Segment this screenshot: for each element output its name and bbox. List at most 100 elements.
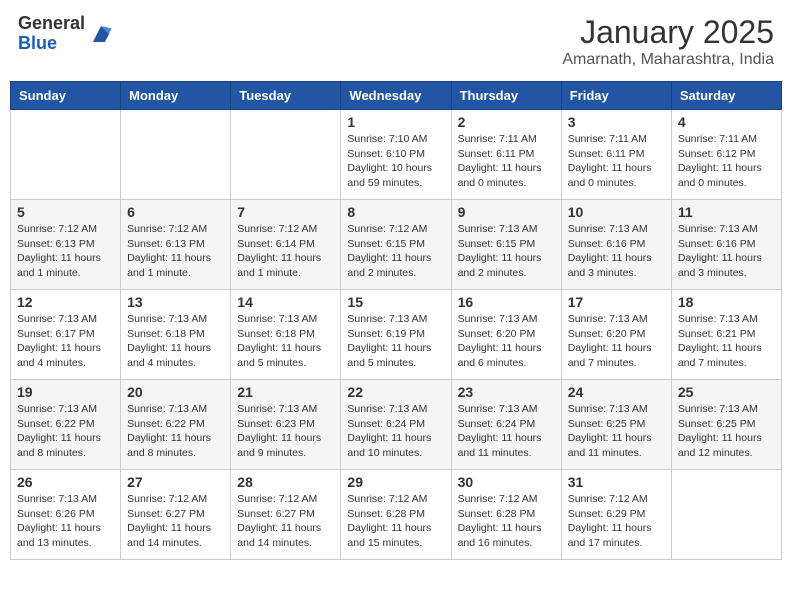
day-header-monday: Monday — [121, 82, 231, 110]
calendar-cell — [231, 110, 341, 200]
day-number: 10 — [568, 204, 665, 220]
day-number: 8 — [347, 204, 444, 220]
day-number: 20 — [127, 384, 224, 400]
day-number: 9 — [458, 204, 555, 220]
day-number: 26 — [17, 474, 114, 490]
day-number: 18 — [678, 294, 775, 310]
calendar-cell: 12Sunrise: 7:13 AMSunset: 6:17 PMDayligh… — [11, 290, 121, 380]
day-info: Sunrise: 7:11 AMSunset: 6:11 PMDaylight:… — [458, 132, 555, 191]
calendar-cell: 5Sunrise: 7:12 AMSunset: 6:13 PMDaylight… — [11, 200, 121, 290]
day-info: Sunrise: 7:13 AMSunset: 6:16 PMDaylight:… — [568, 222, 665, 281]
calendar-cell: 17 Sunrise: 7:13 AMSunset: 6:20 PMDayligh… — [561, 290, 671, 380]
logo-blue: Blue — [18, 34, 85, 54]
day-info: Sunrise: 7:12 AMSunset: 6:28 PMDaylight:… — [458, 492, 555, 551]
calendar-cell — [11, 110, 121, 200]
day-info: Sunrise: 7:12 AMSunset: 6:13 PMDaylight:… — [127, 222, 224, 281]
calendar-table: SundayMondayTuesdayWednesdayThursdayFrid… — [10, 81, 782, 560]
day-header-friday: Friday — [561, 82, 671, 110]
calendar-cell — [121, 110, 231, 200]
calendar-week-4: 19 Sunrise: 7:13 AMSunset: 6:22 PMDayligh… — [11, 380, 782, 470]
calendar-cell: 26 Sunrise: 7:13 AMSunset: 6:26 PMDayligh… — [11, 470, 121, 560]
day-info: Sunrise: 7:11 AMSunset: 6:12 PMDaylight:… — [678, 132, 775, 191]
day-number: 15 — [347, 294, 444, 310]
day-info: Sunrise: 7:13 AMSunset: 6:18 PMDaylight:… — [127, 312, 224, 371]
day-info: Sunrise: 7:12 AMSunset: 6:27 PMDaylight:… — [127, 492, 224, 551]
day-number: 7 — [237, 204, 334, 220]
day-number: 24 — [568, 384, 665, 400]
calendar-week-5: 26 Sunrise: 7:13 AMSunset: 6:26 PMDayligh… — [11, 470, 782, 560]
day-number: 2 — [458, 114, 555, 130]
day-info: Sunrise: 7:13 AMSunset: 6:16 PMDaylight:… — [678, 222, 775, 281]
calendar-header-row: SundayMondayTuesdayWednesdayThursdayFrid… — [11, 82, 782, 110]
calendar-cell: 6 Sunrise: 7:12 AMSunset: 6:13 PMDaylight… — [121, 200, 231, 290]
day-header-tuesday: Tuesday — [231, 82, 341, 110]
calendar-cell: 11 Sunrise: 7:13 AMSunset: 6:16 PMDayligh… — [671, 200, 781, 290]
day-number: 27 — [127, 474, 224, 490]
day-number: 17 — [568, 294, 665, 310]
day-info: Sunrise: 7:13 AMSunset: 6:17 PMDaylight:… — [17, 312, 114, 371]
calendar-cell: 27 Sunrise: 7:12 AMSunset: 6:27 PMDayligh… — [121, 470, 231, 560]
day-number: 30 — [458, 474, 555, 490]
calendar-cell: 25Sunrise: 7:13 AMSunset: 6:25 PMDayligh… — [671, 380, 781, 470]
day-number: 21 — [237, 384, 334, 400]
title-section: January 2025 Amarnath, Maharashtra, Indi… — [562, 14, 774, 69]
calendar-cell: 30 Sunrise: 7:12 AMSunset: 6:28 PMDayligh… — [451, 470, 561, 560]
location-title: Amarnath, Maharashtra, India — [562, 51, 774, 69]
day-number: 13 — [127, 294, 224, 310]
day-info: Sunrise: 7:13 AMSunset: 6:20 PMDaylight:… — [568, 312, 665, 371]
day-info: Sunrise: 7:12 AMSunset: 6:29 PMDaylight:… — [568, 492, 665, 551]
page-header: General Blue January 2025 Amarnath, Maha… — [10, 10, 782, 73]
day-info: Sunrise: 7:13 AMSunset: 6:25 PMDaylight:… — [568, 402, 665, 461]
day-number: 22 — [347, 384, 444, 400]
calendar-week-1: 1Sunrise: 7:10 AMSunset: 6:10 PMDaylight… — [11, 110, 782, 200]
day-info: Sunrise: 7:13 AMSunset: 6:26 PMDaylight:… — [17, 492, 114, 551]
calendar-cell: 7 Sunrise: 7:12 AMSunset: 6:14 PMDaylight… — [231, 200, 341, 290]
day-header-saturday: Saturday — [671, 82, 781, 110]
month-title: January 2025 — [562, 14, 774, 51]
day-info: Sunrise: 7:12 AMSunset: 6:14 PMDaylight:… — [237, 222, 334, 281]
day-info: Sunrise: 7:13 AMSunset: 6:22 PMDaylight:… — [17, 402, 114, 461]
day-info: Sunrise: 7:12 AMSunset: 6:28 PMDaylight:… — [347, 492, 444, 551]
calendar-cell: 24 Sunrise: 7:13 AMSunset: 6:25 PMDayligh… — [561, 380, 671, 470]
calendar-cell: 21 Sunrise: 7:13 AMSunset: 6:23 PMDayligh… — [231, 380, 341, 470]
day-info: Sunrise: 7:13 AMSunset: 6:22 PMDaylight:… — [127, 402, 224, 461]
day-number: 19 — [17, 384, 114, 400]
calendar-cell: 4 Sunrise: 7:11 AMSunset: 6:12 PMDaylight… — [671, 110, 781, 200]
calendar-cell: 2 Sunrise: 7:11 AMSunset: 6:11 PMDaylight… — [451, 110, 561, 200]
day-number: 3 — [568, 114, 665, 130]
day-info: Sunrise: 7:13 AMSunset: 6:24 PMDaylight:… — [458, 402, 555, 461]
calendar-week-2: 5Sunrise: 7:12 AMSunset: 6:13 PMDaylight… — [11, 200, 782, 290]
day-info: Sunrise: 7:13 AMSunset: 6:18 PMDaylight:… — [237, 312, 334, 371]
calendar-cell: 1Sunrise: 7:10 AMSunset: 6:10 PMDaylight… — [341, 110, 451, 200]
day-info: Sunrise: 7:11 AMSunset: 6:11 PMDaylight:… — [568, 132, 665, 191]
calendar-cell: 29 Sunrise: 7:12 AMSunset: 6:28 PMDayligh… — [341, 470, 451, 560]
day-number: 29 — [347, 474, 444, 490]
calendar-cell: 23Sunrise: 7:13 AMSunset: 6:24 PMDayligh… — [451, 380, 561, 470]
day-number: 6 — [127, 204, 224, 220]
day-info: Sunrise: 7:13 AMSunset: 6:24 PMDaylight:… — [347, 402, 444, 461]
day-number: 28 — [237, 474, 334, 490]
calendar-cell: 20 Sunrise: 7:13 AMSunset: 6:22 PMDayligh… — [121, 380, 231, 470]
logo-general: General — [18, 14, 85, 34]
day-info: Sunrise: 7:13 AMSunset: 6:19 PMDaylight:… — [347, 312, 444, 371]
calendar-cell: 28Sunrise: 7:12 AMSunset: 6:27 PMDayligh… — [231, 470, 341, 560]
day-info: Sunrise: 7:13 AMSunset: 6:23 PMDaylight:… — [237, 402, 334, 461]
calendar-cell: 15 Sunrise: 7:13 AMSunset: 6:19 PMDayligh… — [341, 290, 451, 380]
day-number: 16 — [458, 294, 555, 310]
day-info: Sunrise: 7:13 AMSunset: 6:21 PMDaylight:… — [678, 312, 775, 371]
day-info: Sunrise: 7:13 AMSunset: 6:15 PMDaylight:… — [458, 222, 555, 281]
day-header-wednesday: Wednesday — [341, 82, 451, 110]
calendar-cell: 18 Sunrise: 7:13 AMSunset: 6:21 PMDayligh… — [671, 290, 781, 380]
calendar-week-3: 12Sunrise: 7:13 AMSunset: 6:17 PMDayligh… — [11, 290, 782, 380]
calendar-cell: 19 Sunrise: 7:13 AMSunset: 6:22 PMDayligh… — [11, 380, 121, 470]
logo: General Blue — [18, 14, 113, 54]
day-number: 4 — [678, 114, 775, 130]
day-info: Sunrise: 7:12 AMSunset: 6:15 PMDaylight:… — [347, 222, 444, 281]
calendar-cell: 16Sunrise: 7:13 AMSunset: 6:20 PMDayligh… — [451, 290, 561, 380]
day-number: 11 — [678, 204, 775, 220]
day-info: Sunrise: 7:10 AMSunset: 6:10 PMDaylight:… — [347, 132, 444, 191]
day-number: 14 — [237, 294, 334, 310]
calendar-cell: 3 Sunrise: 7:11 AMSunset: 6:11 PMDaylight… — [561, 110, 671, 200]
calendar-cell: 10 Sunrise: 7:13 AMSunset: 6:16 PMDayligh… — [561, 200, 671, 290]
calendar-cell: 22 Sunrise: 7:13 AMSunset: 6:24 PMDayligh… — [341, 380, 451, 470]
